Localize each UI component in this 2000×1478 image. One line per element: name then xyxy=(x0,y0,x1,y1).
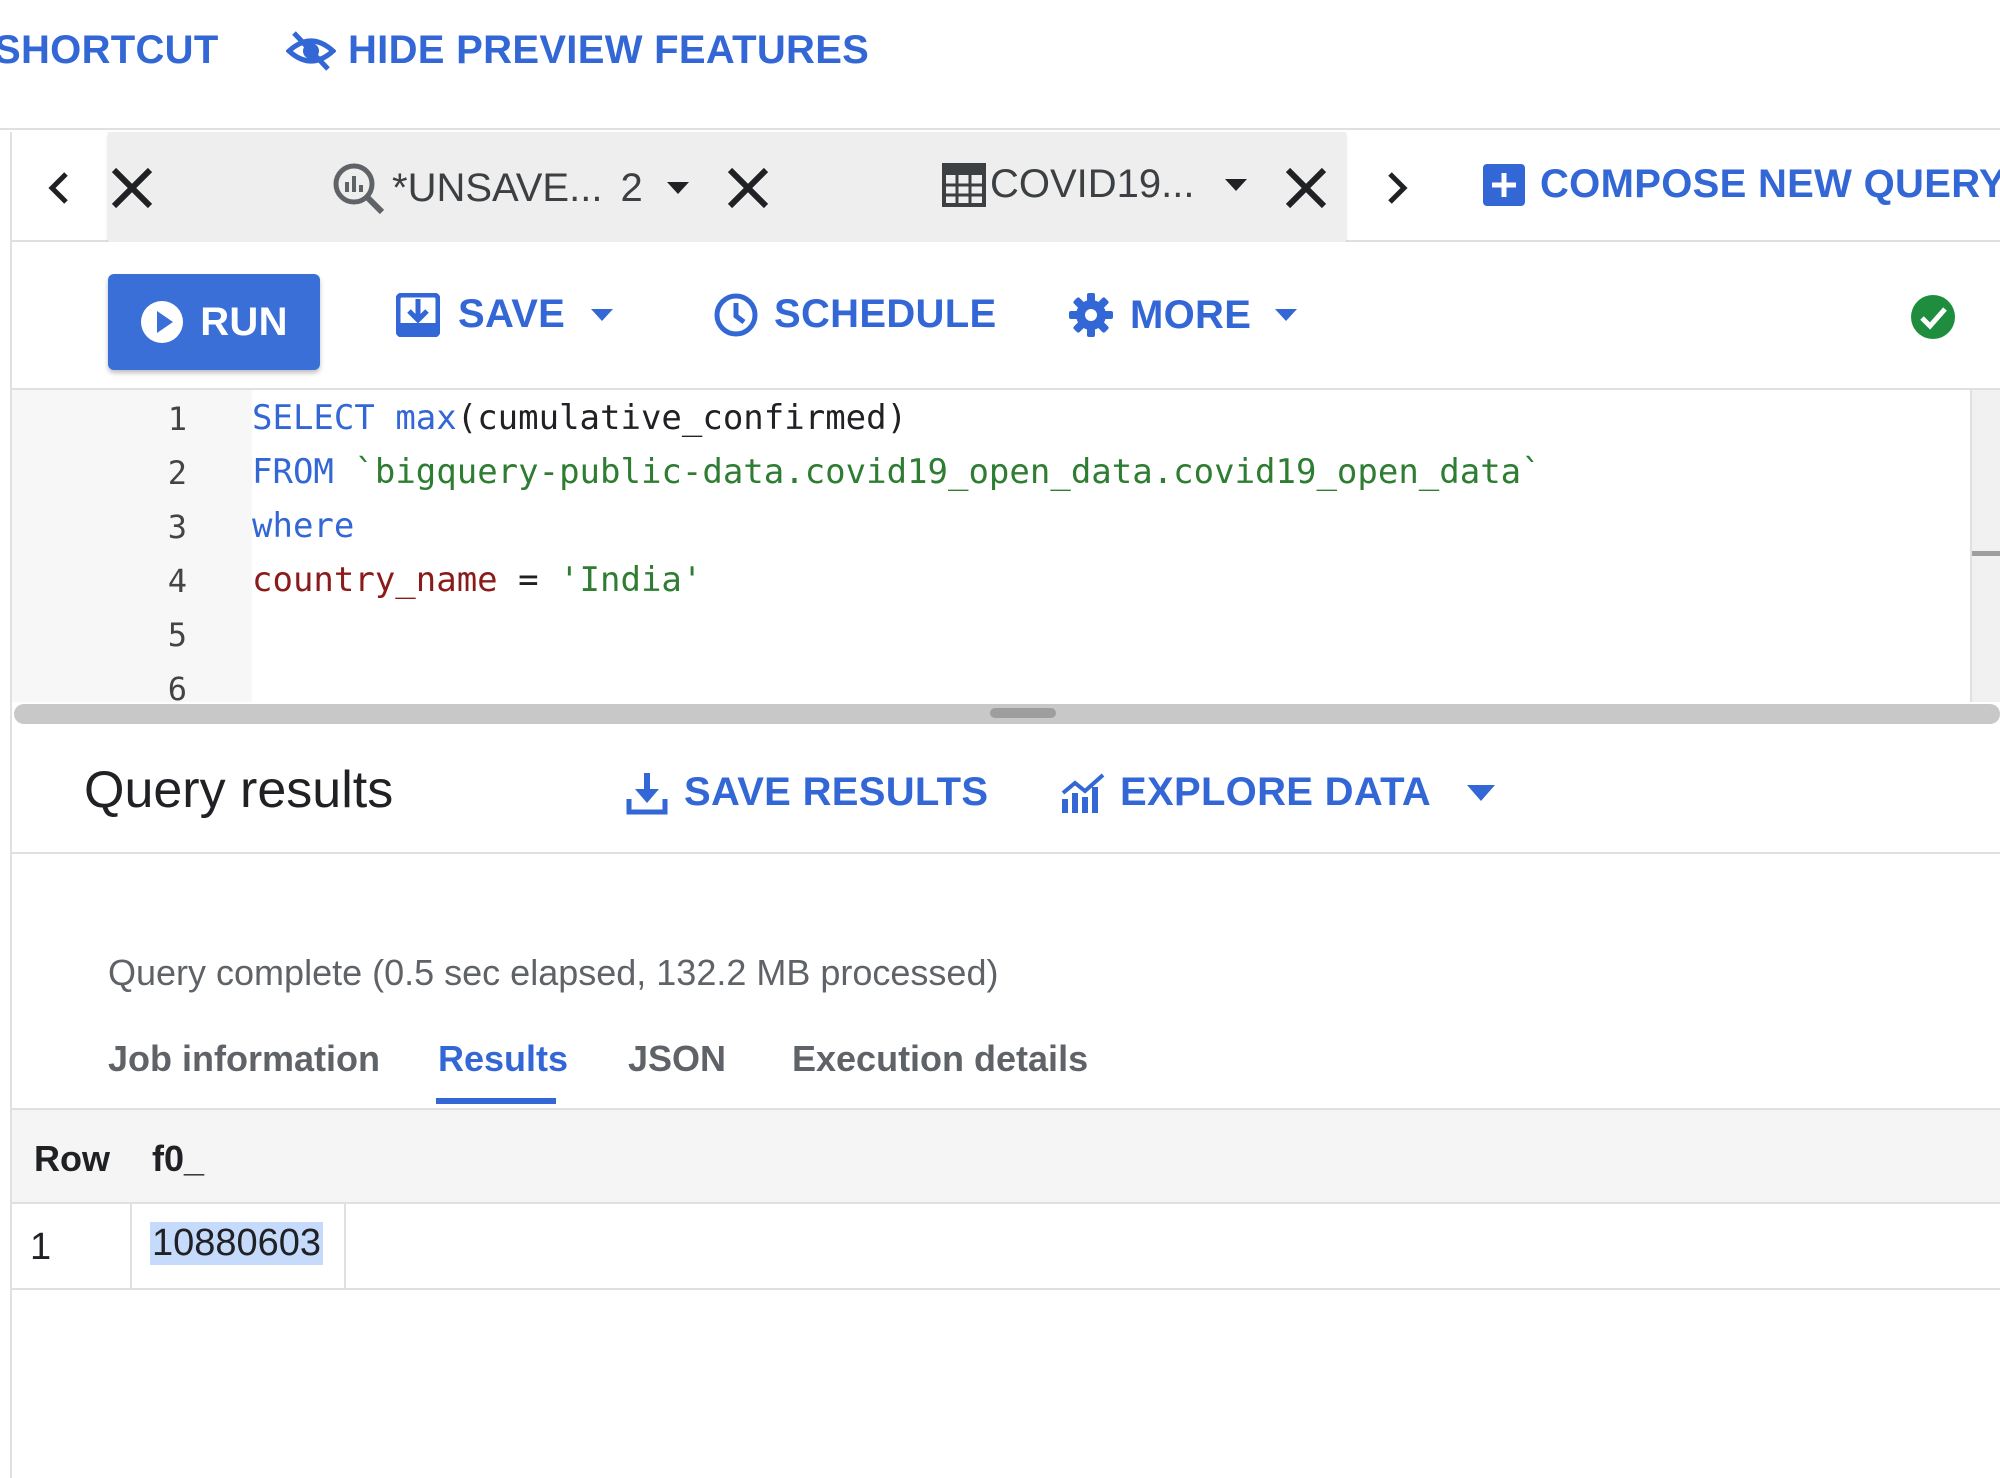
code-token: FROM xyxy=(252,452,334,492)
column-header-f0[interactable]: f0_ xyxy=(152,1138,204,1180)
code-token: max xyxy=(395,398,457,438)
explore-data-label: EXPLORE DATA xyxy=(1120,770,1432,814)
query-status-text: Query complete (0.5 sec elapsed, 132.2 M… xyxy=(108,952,999,993)
code-token: where xyxy=(252,506,355,546)
code-area[interactable]: 1 2 3 4 5 6 SELECT max(cumulative_confirmed) FR… xyxy=(0,0,2000,702)
code-line[interactable]: FROM `bigquery-public-data.covid19_open_… xyxy=(252,452,1542,492)
splitter-grip[interactable] xyxy=(990,708,1056,718)
code-token: (cumulative_confirmed) xyxy=(456,398,908,438)
tab-json[interactable]: JSON xyxy=(628,1038,726,1080)
cell-divider xyxy=(344,1204,346,1290)
code-token: `bigquery-public-data.covid19_open_data.… xyxy=(354,452,1542,492)
code-token: SELECT xyxy=(252,398,375,438)
line-number: 4 xyxy=(167,562,187,600)
save-results-button[interactable]: SAVE RESULTS xyxy=(626,770,988,815)
code-token: 'India' xyxy=(559,560,703,600)
row-number-cell: 1 xyxy=(30,1226,52,1268)
line-number: 6 xyxy=(167,670,187,702)
line-number: 3 xyxy=(167,508,187,546)
chart-icon xyxy=(1060,771,1106,815)
save-results-label: SAVE RESULTS xyxy=(684,770,989,814)
explore-data-button[interactable]: EXPLORE DATA xyxy=(1060,770,1497,815)
active-tab-indicator xyxy=(436,1098,556,1104)
download-icon xyxy=(626,771,668,815)
tab-job-information[interactable]: Job information xyxy=(108,1038,380,1080)
line-number: 1 xyxy=(167,400,187,438)
line-number: 2 xyxy=(167,454,187,492)
chevron-down-icon xyxy=(1465,783,1497,803)
code-line[interactable]: SELECT max(cumulative_confirmed) xyxy=(252,398,907,438)
editor-scroll-marker xyxy=(1972,551,2000,556)
row-divider xyxy=(130,1204,132,1290)
tab-results[interactable]: Results xyxy=(438,1038,568,1080)
results-table-header xyxy=(12,1108,2000,1204)
code-line[interactable]: where xyxy=(252,506,354,546)
column-header-row: Row xyxy=(34,1138,110,1179)
code-line[interactable]: country_name = 'India' xyxy=(252,560,702,600)
result-value-cell[interactable]: 10880603 xyxy=(150,1222,324,1265)
code-token: = xyxy=(497,560,560,600)
tab-execution-details[interactable]: Execution details xyxy=(792,1038,1088,1080)
editor-scrollbar[interactable] xyxy=(1970,390,2000,702)
code-token: country_name xyxy=(252,560,498,600)
results-title: Query results xyxy=(84,761,394,819)
line-number: 5 xyxy=(167,616,187,654)
